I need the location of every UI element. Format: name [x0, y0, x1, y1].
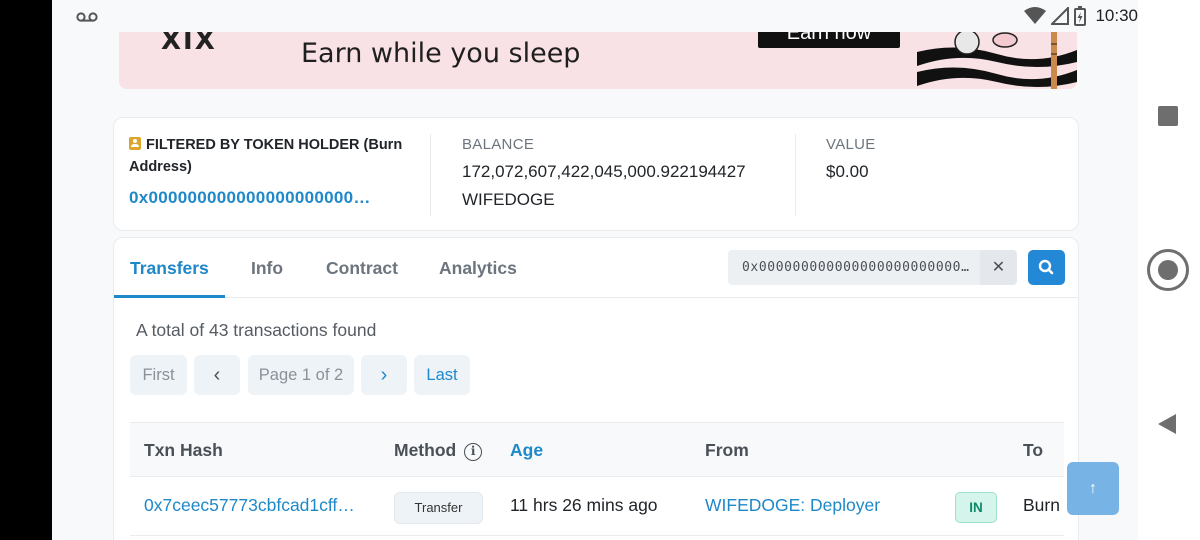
next-page-button[interactable]: ›: [361, 355, 407, 395]
to-address[interactable]: Burn: [1023, 495, 1060, 516]
back-icon[interactable]: [1158, 414, 1176, 434]
banner-logo: XIX: [161, 32, 217, 56]
divider: [795, 134, 796, 216]
clock: 10:30: [1095, 6, 1138, 25]
tab-contract[interactable]: Contract: [326, 258, 398, 279]
scroll-to-top-button[interactable]: ↑: [1067, 462, 1119, 515]
browser-screen: 10:30 XIX Earn while you sleep Earn now …: [52, 0, 1138, 540]
col-from: From: [705, 440, 749, 460]
first-page-button[interactable]: First: [130, 355, 187, 395]
token-holder-summary: FILTERED BY TOKEN HOLDER (Burn Address) …: [113, 117, 1079, 231]
col-to: To: [1023, 440, 1044, 460]
prev-page-button[interactable]: ‹: [194, 355, 240, 395]
android-nav-bar: [1138, 0, 1200, 540]
from-address-link[interactable]: WIFEDOGE: Deployer: [705, 495, 880, 516]
tab-transfers[interactable]: Transfers: [130, 258, 209, 279]
value-amount: $0.00: [826, 162, 869, 181]
txn-age: 11 hrs 26 mins ago: [510, 495, 658, 515]
balance-section: BALANCE 172,072,607,422,045,000.92219442…: [462, 136, 802, 248]
filter-address-link[interactable]: 0x000000000000000000000…: [129, 188, 429, 208]
close-icon: ✕: [991, 259, 1006, 276]
filter-label: FILTERED BY TOKEN HOLDER (Burn Address): [129, 137, 403, 175]
txn-hash-link[interactable]: 0x7ceec57773cbfcad1cff…: [144, 495, 355, 516]
tab-info[interactable]: Info: [251, 258, 283, 279]
active-tab-indicator: [114, 295, 225, 298]
recents-icon[interactable]: [1158, 106, 1178, 126]
method-badge: Transfer: [394, 492, 483, 524]
direction-badge: IN: [955, 492, 997, 523]
wifi-icon: [1024, 7, 1047, 24]
page-indicator: Page 1 of 2: [248, 355, 354, 395]
arrow-up-icon: ↑: [1089, 480, 1097, 497]
balance-token: WIFEDOGE: [462, 190, 555, 209]
col-method: Method i: [394, 440, 483, 461]
status-bar: 10:30: [52, 0, 1138, 32]
info-icon[interactable]: i: [464, 443, 483, 461]
search-icon: [1038, 259, 1054, 275]
transactions-total: A total of 43 transactions found: [136, 320, 377, 340]
value-caption: VALUE: [826, 136, 876, 153]
banner-illustration: [917, 32, 1077, 89]
signal-icon: [1051, 7, 1070, 25]
earn-now-button[interactable]: Earn now: [758, 32, 900, 48]
banner-tagline: Earn while you sleep: [301, 38, 581, 69]
balance-amount: 172,072,607,422,045,000.922194427: [462, 162, 746, 181]
value-section: VALUE $0.00: [826, 136, 1066, 248]
address-filter-input[interactable]: 0x000000000000000000000000…: [728, 250, 980, 285]
home-icon[interactable]: [1147, 249, 1189, 291]
ad-banner[interactable]: XIX Earn while you sleep Earn now: [119, 32, 1077, 89]
user-badge-icon: [129, 137, 141, 150]
divider: [430, 134, 431, 216]
filter-section: FILTERED BY TOKEN HOLDER (Burn Address) …: [129, 134, 429, 246]
table-header: Txn Hash Method i Age From To: [130, 422, 1064, 477]
balance-caption: BALANCE: [462, 136, 535, 153]
battery-charging-icon: [1074, 6, 1087, 26]
search-button[interactable]: [1028, 250, 1065, 285]
clear-filter-button[interactable]: ✕: [980, 250, 1017, 285]
tab-bar: Transfers Info Contract Analytics 0x0000…: [114, 238, 1078, 298]
last-page-button[interactable]: Last: [414, 355, 470, 395]
col-txn-hash: Txn Hash: [144, 440, 223, 460]
table-row: 0x7ceec57773cbfcad1cff… Transfer 11 hrs …: [130, 478, 1064, 536]
col-age[interactable]: Age: [510, 440, 543, 461]
transfers-card: Transfers Info Contract Analytics 0x0000…: [113, 237, 1079, 540]
voicemail-icon: [76, 12, 98, 22]
tab-analytics[interactable]: Analytics: [439, 258, 517, 279]
